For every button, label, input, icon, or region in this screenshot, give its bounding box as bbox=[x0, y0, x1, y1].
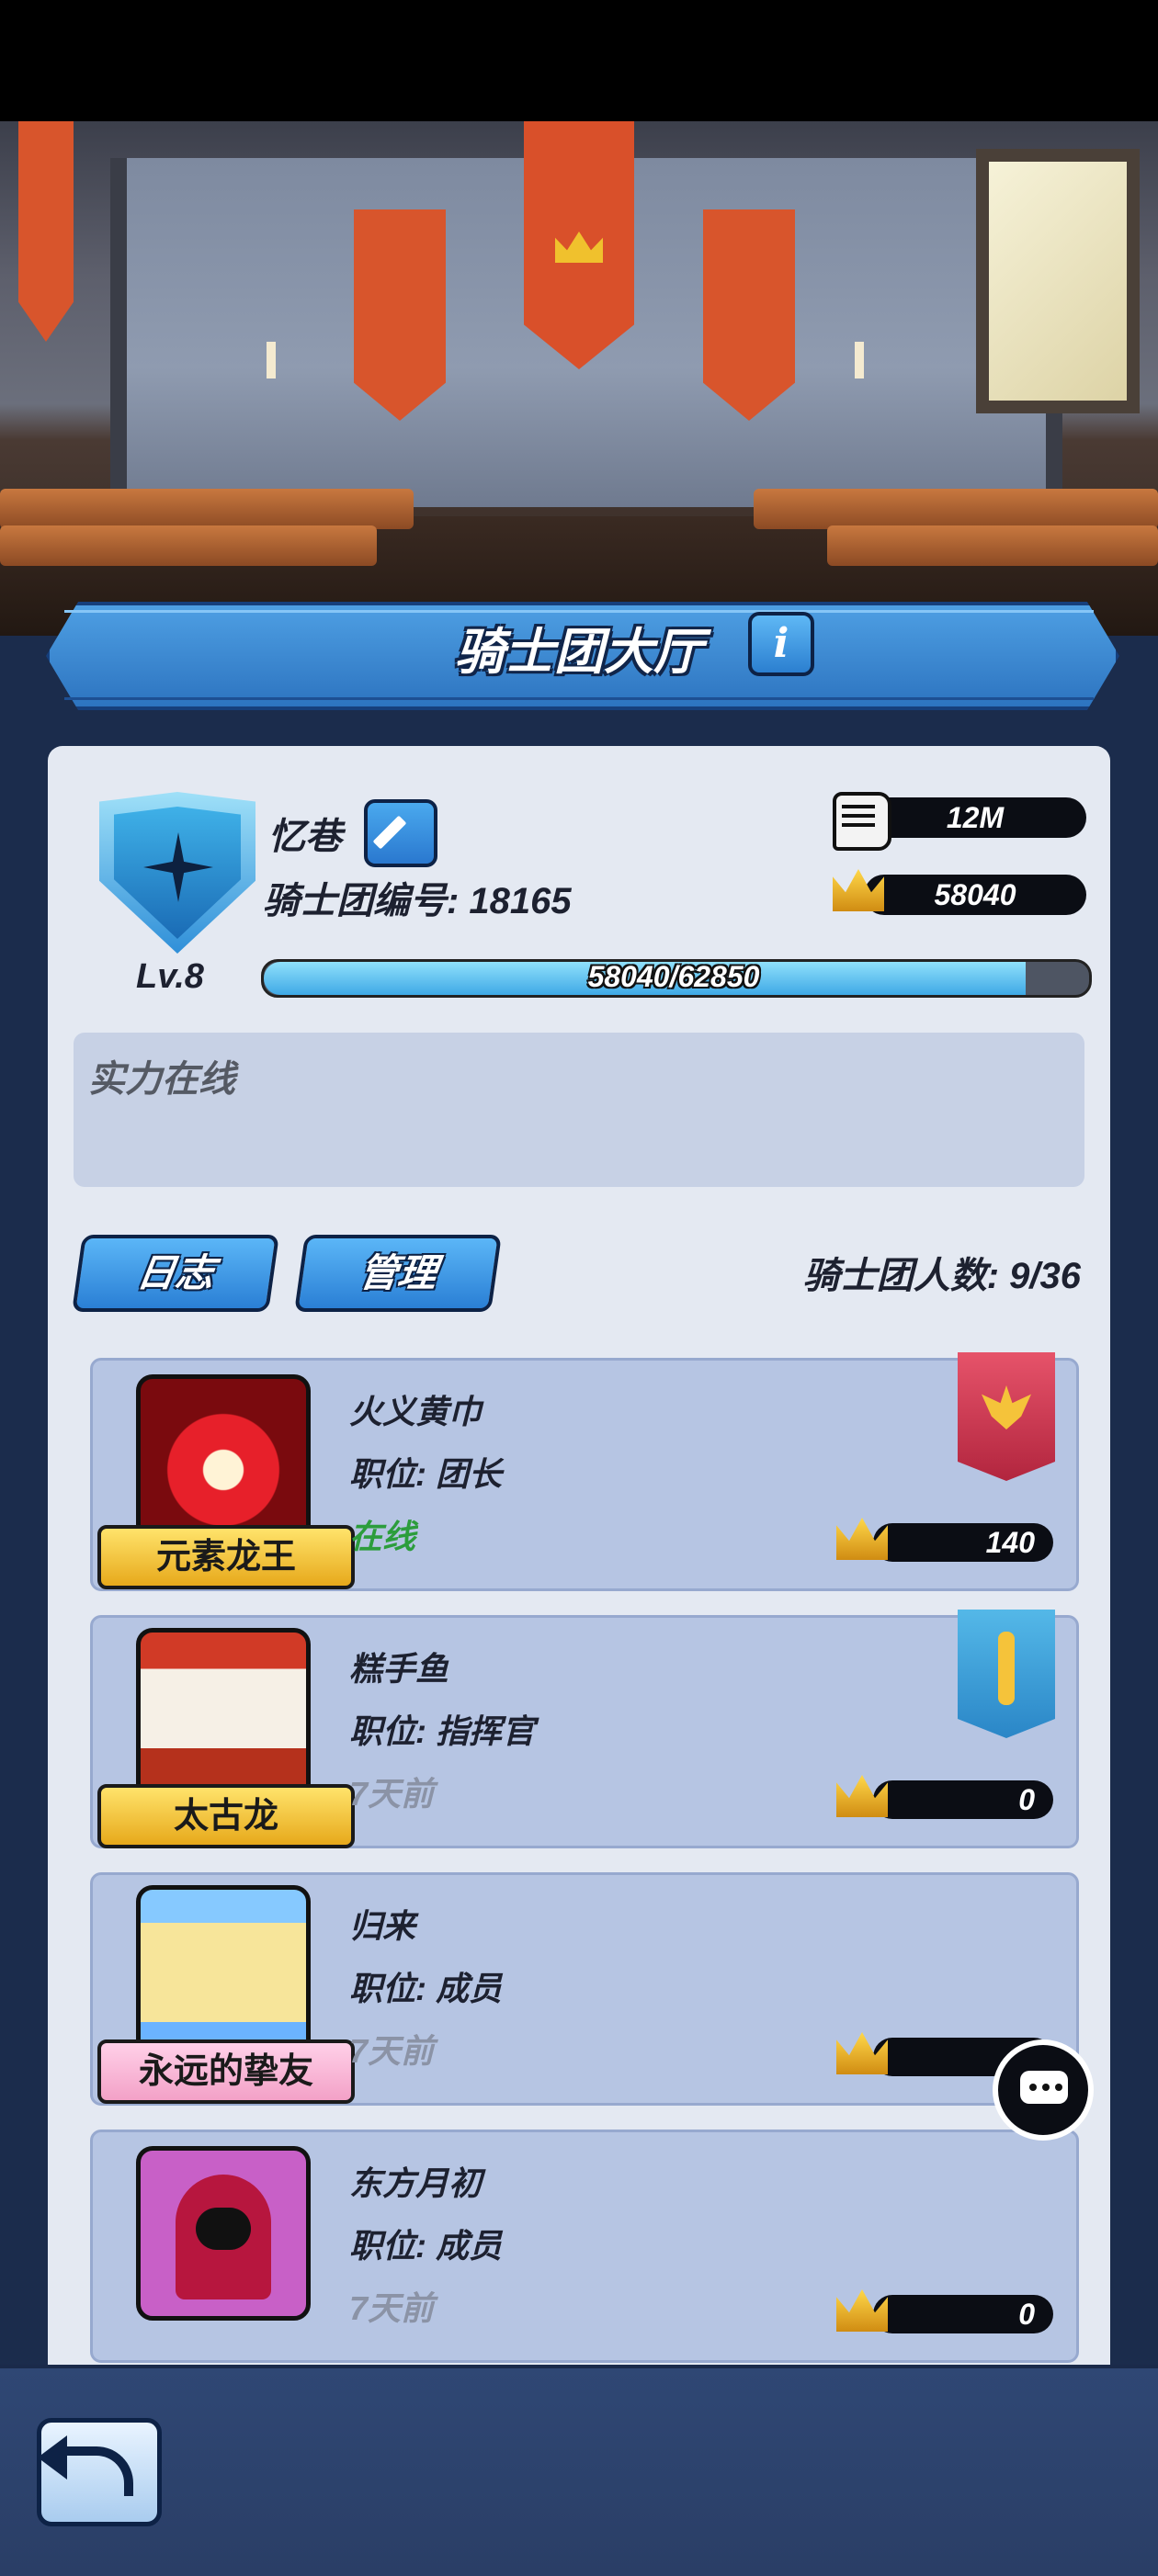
screen-title: 骑士团大厅 bbox=[455, 625, 703, 680]
member-crowns: 0 bbox=[873, 2295, 1053, 2333]
member-avatar[interactable] bbox=[136, 1374, 311, 1549]
guild-power-value: 12M bbox=[864, 797, 1086, 838]
member-avatar[interactable] bbox=[136, 1628, 311, 1802]
info-icon: i bbox=[773, 620, 789, 667]
back-arrow-icon bbox=[38, 2435, 133, 2496]
bottom-bar bbox=[0, 2365, 1158, 2576]
hall-table bbox=[0, 489, 414, 529]
fist-icon bbox=[833, 792, 891, 851]
member-role: 职位: 团长 bbox=[349, 1455, 502, 1493]
hall-table bbox=[0, 525, 377, 566]
member-status: 7天前 bbox=[349, 1775, 435, 1813]
member-status: 在线 bbox=[349, 1518, 416, 1555]
candle bbox=[267, 342, 276, 378]
member-name: 归来 bbox=[349, 1907, 416, 1945]
member-role: 职位: 指挥官 bbox=[349, 1712, 535, 1750]
member-title-badge: 元素龙王 bbox=[97, 1525, 355, 1589]
chat-icon bbox=[1020, 2071, 1068, 2104]
guild-notice-text: 实力在线 bbox=[88, 1059, 235, 1100]
wall-banner bbox=[354, 209, 446, 421]
hall-window bbox=[976, 149, 1140, 413]
hall-table bbox=[754, 489, 1158, 529]
wall-banner bbox=[18, 121, 74, 342]
guild-xp-text: 58040/62850 bbox=[587, 960, 760, 993]
guild-crown-value: 58040 bbox=[864, 875, 1086, 915]
member-name: 糕手鱼 bbox=[349, 1650, 449, 1688]
guild-level: Lv.8 bbox=[136, 957, 204, 996]
member-crowns: 140 bbox=[873, 1523, 1053, 1562]
pencil-icon bbox=[372, 815, 407, 850]
key-emblem-icon bbox=[998, 1632, 1015, 1705]
manage-button[interactable]: 管理 bbox=[294, 1235, 502, 1312]
member-role: 职位: 成员 bbox=[349, 2227, 502, 2265]
guild-hall-background bbox=[0, 121, 1158, 636]
info-button[interactable]: i bbox=[748, 612, 814, 676]
member-status: 7天前 bbox=[349, 2032, 435, 2070]
member-status: 7天前 bbox=[349, 2289, 435, 2327]
log-button[interactable]: 日志 bbox=[72, 1235, 279, 1312]
hall-table bbox=[827, 525, 1158, 566]
crown-emblem-icon bbox=[982, 1385, 1031, 1429]
chat-button[interactable] bbox=[993, 2039, 1094, 2141]
member-role: 职位: 成员 bbox=[349, 1970, 502, 2007]
member-crowns: 0 bbox=[873, 1780, 1053, 1819]
leader-rank-flag bbox=[958, 1352, 1055, 1481]
member-avatar[interactable] bbox=[136, 2146, 311, 2321]
member-avatar[interactable] bbox=[136, 1885, 311, 2060]
wall-banner bbox=[703, 209, 795, 421]
status-bar bbox=[0, 0, 1158, 121]
edit-name-button[interactable] bbox=[364, 799, 437, 867]
guild-id: 骑士团编号: 18165 bbox=[263, 881, 572, 921]
guild-name: 忆巷 bbox=[268, 817, 342, 857]
crown-banner bbox=[524, 121, 634, 369]
member-name: 火义黄巾 bbox=[349, 1393, 482, 1430]
member-title-badge: 太古龙 bbox=[97, 1784, 355, 1848]
member-title-badge: 永远的挚友 bbox=[97, 2039, 355, 2104]
member-count: 骑士团人数: 9/36 bbox=[802, 1256, 1081, 1296]
candle bbox=[855, 342, 864, 378]
member-name: 东方月初 bbox=[349, 2164, 482, 2202]
hood-face bbox=[196, 2208, 251, 2250]
commander-rank-flag bbox=[958, 1610, 1055, 1738]
back-button[interactable] bbox=[37, 2418, 162, 2526]
banner-crown-icon bbox=[555, 232, 603, 263]
